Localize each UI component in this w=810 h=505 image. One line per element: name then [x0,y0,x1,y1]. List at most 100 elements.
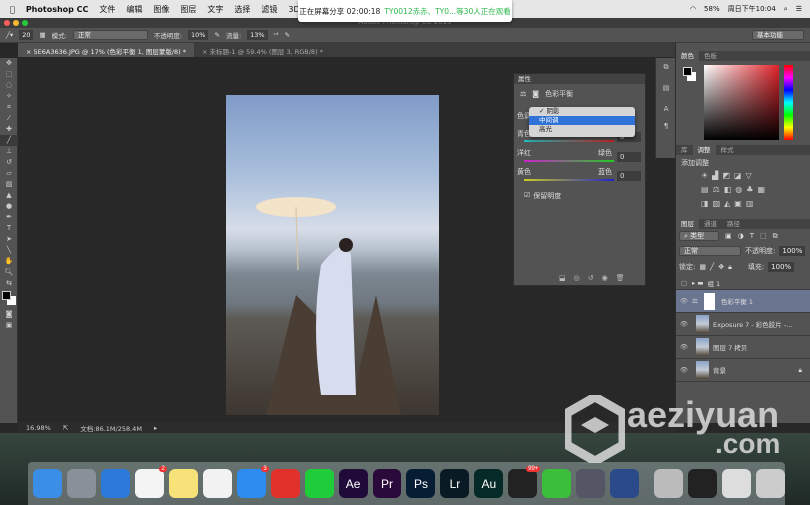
menu-file[interactable]: 文件 [99,4,115,15]
invert-icon[interactable]: ◨ [701,199,713,208]
flow-field[interactable]: 13% [247,30,268,40]
curves-icon[interactable]: ◩ [722,171,734,180]
dock-item-iqiyi[interactable] [304,469,334,498]
brush-tool-icon[interactable]: ╱▾ [6,31,13,39]
quick-select-tool-icon[interactable]: ✧ [0,91,18,102]
crop-tool-icon[interactable]: ⌗ [0,102,18,113]
swap-colors-icon[interactable]: ⇆ [0,278,18,289]
layer-row-group[interactable]: ▢ ▸ ▬ 组 1 [676,276,810,290]
filter-type-icon[interactable]: T [750,232,754,240]
menu-select[interactable]: 选择 [234,4,250,15]
tab-channels[interactable]: 通道 [699,219,722,229]
menu-type[interactable]: 文字 [207,4,223,15]
screen-mode-icon[interactable]: ▣ [0,320,18,331]
pen-tool-icon[interactable]: ✒ [0,212,18,223]
dock-item-preview[interactable] [722,469,752,498]
pressure-size-icon[interactable]: ✎ [285,31,290,39]
clock[interactable]: 周日下午10:04 [728,4,776,14]
brightness-icon[interactable]: ☀ [701,171,712,180]
blend-mode-select[interactable]: 正常 [679,246,741,256]
levels-icon[interactable]: ▟ [712,171,722,180]
menu-app-name[interactable]: Photoshop CC [26,5,89,14]
mask-icon[interactable]: ◙ [532,90,539,98]
color-balance-icon[interactable]: ⚖ [713,185,724,194]
brush-panel-icon[interactable]: ▦ [39,31,45,39]
history-panel-icon[interactable]: ⧉ [656,62,676,73]
menu-edit[interactable]: 编辑 [126,4,142,15]
hand-tool-icon[interactable]: ✋ [0,256,18,267]
layer-row-background[interactable]: 👁︎ 背景 🔒︎ [676,359,810,382]
opacity-field[interactable]: 10% [188,30,209,40]
filter-shape-icon[interactable]: ⬚ [760,232,767,240]
brush-size[interactable]: 20 [19,30,34,40]
dock-item-launchpad[interactable] [66,469,96,498]
tone-option-highlights[interactable]: 高光 [529,125,635,134]
dock-item-reminders[interactable]: 2 [134,466,167,498]
dock-item-finder[interactable] [33,469,62,498]
fill-field[interactable]: 100% [768,262,795,272]
cyan-red-slider[interactable] [524,140,614,142]
list-icon[interactable]: ☰ [796,5,802,13]
blur-tool-icon[interactable]: ▲ [0,190,18,201]
lasso-tool-icon[interactable]: ◌ [0,80,18,91]
dock-item-screen[interactable] [688,469,718,498]
minimize-button[interactable] [13,20,19,26]
dock-item-notes[interactable] [168,469,198,498]
move-tool-icon[interactable]: ✥ [0,58,18,69]
dock-item-ps[interactable]: Ps [406,469,436,498]
dock-item-capture[interactable] [576,469,606,498]
dock-item-app-store[interactable]: 3 [236,466,269,498]
view-previous-icon[interactable]: ◎ [574,274,580,282]
eye-icon[interactable]: 👁︎ [676,366,692,374]
gradient-tool-icon[interactable]: ▨ [0,179,18,190]
exposure-icon[interactable]: ◪ [734,171,746,180]
layer-row-color-balance[interactable]: 👁︎ ⚖ 色彩平衡 1 [676,290,810,313]
stamp-tool-icon[interactable]: ⊥ [0,146,18,157]
dock-item-wechat[interactable] [542,469,572,498]
color-swatches[interactable] [0,289,17,309]
apple-icon[interactable]:  [10,5,15,14]
yellow-blue-slider[interactable] [524,179,614,181]
maximize-button[interactable] [22,20,28,26]
menu-layer[interactable]: 图层 [180,4,196,15]
character-panel-icon[interactable]: A [656,104,676,115]
eye-icon[interactable]: 👁︎ [676,297,692,305]
color-lookup-icon[interactable]: ▦ [757,185,769,194]
visibility-icon[interactable]: ◉ [602,274,608,282]
visibility-off[interactable]: ▢ [676,279,692,287]
dodge-tool-icon[interactable]: ● [0,201,18,212]
dock-item-au[interactable]: Au [474,469,504,498]
layer-opacity-field[interactable]: 100% [779,246,806,256]
paragraph-panel-icon[interactable]: ¶ [656,121,676,132]
dock-item-ae[interactable]: Ae [338,469,368,498]
export-icon[interactable]: ⇱ [63,424,68,432]
dock-item-pr[interactable]: Pr [372,469,402,498]
close-button[interactable] [4,20,10,26]
delete-icon[interactable]: 🗑︎ [616,274,625,282]
clip-to-layer-icon[interactable]: ⬓ [559,274,566,282]
dock-item-folder[interactable] [654,469,684,498]
magenta-green-value[interactable]: 0 [617,152,641,162]
eyedropper-tool-icon[interactable]: ⁄ [0,113,18,124]
brush-tool-icon[interactable]: ╱ [0,135,18,146]
yellow-blue-value[interactable]: 0 [617,171,641,181]
tone-option-midtones[interactable]: 中间调 [529,116,635,125]
eye-icon[interactable]: 👁︎ [676,343,692,351]
dock-item-netease-music[interactable] [270,469,300,498]
airbrush-icon[interactable]: ᶜ⁴ [274,31,279,39]
eye-icon[interactable]: 👁︎ [676,320,692,328]
history-brush-icon[interactable]: ↺ [0,157,18,168]
tab-styles[interactable]: 样式 [716,145,739,155]
layer-filter-select[interactable]: ⌕ 类型 [679,231,719,241]
eraser-tool-icon[interactable]: ▱ [0,168,18,179]
foreground-swatch[interactable] [683,67,692,76]
actions-panel-icon[interactable]: ▤ [656,83,676,94]
selective-color-icon[interactable]: ▥ [746,199,758,208]
workspace-select[interactable]: 基本功能 [752,30,804,40]
lock-transparent-icon[interactable]: ▦ [699,263,706,271]
dock-item-quicktime[interactable] [610,469,640,498]
filter-pixel-icon[interactable]: ▣ [725,232,732,240]
layer-mask-thumb[interactable] [703,292,715,310]
dock-item-trash[interactable] [756,469,785,498]
tab-document-2[interactable]: × 未标题-1 @ 59.4% (图层 3, RGB/8) * [194,43,331,57]
